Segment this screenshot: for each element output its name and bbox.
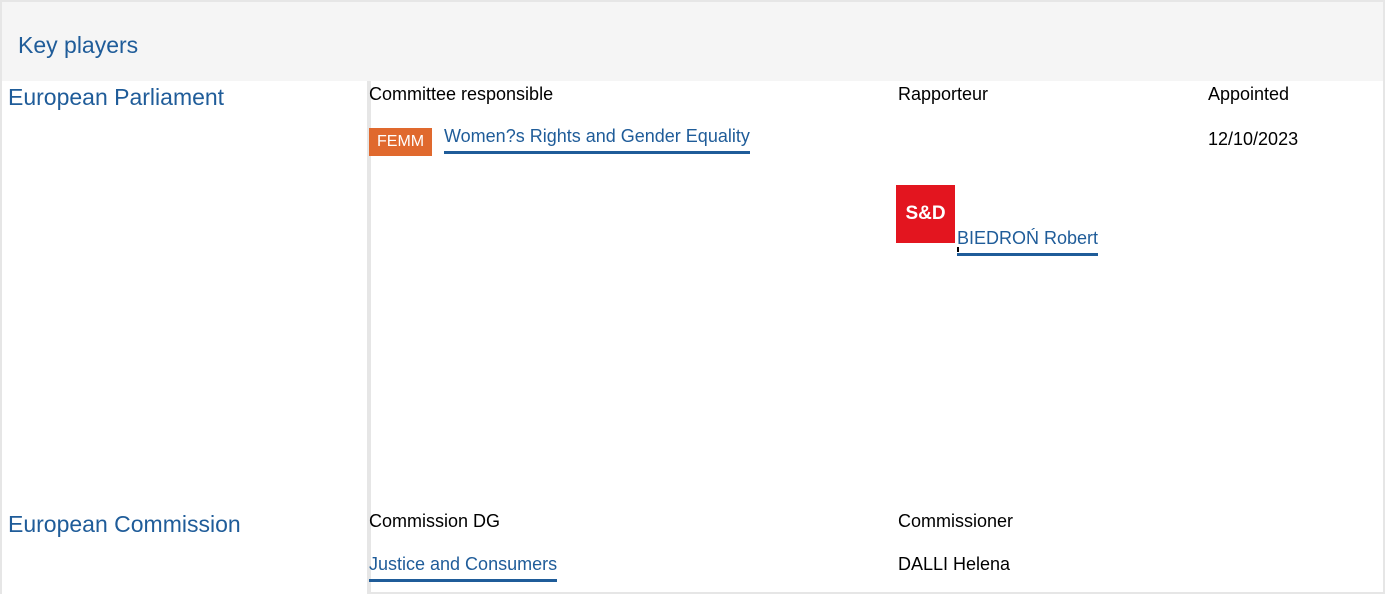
commissioner-name: DALLI Helena — [898, 554, 1011, 574]
institution-european-commission[interactable]: European Commission — [8, 511, 241, 538]
rapporteur-link[interactable]: BIEDROŃ Robert — [957, 228, 1099, 256]
header-committee-responsible: Committee responsible — [369, 84, 554, 104]
committee-badge-femm: FEMM — [369, 128, 433, 156]
sd-group-logo: S&D — [896, 185, 955, 243]
panel-header: Key players — [2, 2, 1383, 81]
appointed-date: 12/10/2023 — [1208, 129, 1299, 149]
key-players-panel: Key players European Parliament Committe… — [0, 0, 1385, 594]
institution-european-parliament[interactable]: European Parliament — [8, 84, 224, 111]
dg-link[interactable]: Justice and Consumers — [369, 554, 558, 582]
header-rapporteur: Rapporteur — [898, 84, 989, 104]
sd-logo-text: S&D — [905, 203, 946, 224]
header-commission-dg: Commission DG — [369, 511, 501, 531]
committee-link[interactable]: Women?s Rights and Gender Equality — [444, 126, 750, 154]
header-appointed: Appointed — [1208, 84, 1290, 104]
panel-title: Key players — [18, 32, 139, 58]
header-commissioner: Commissioner — [898, 511, 1014, 531]
